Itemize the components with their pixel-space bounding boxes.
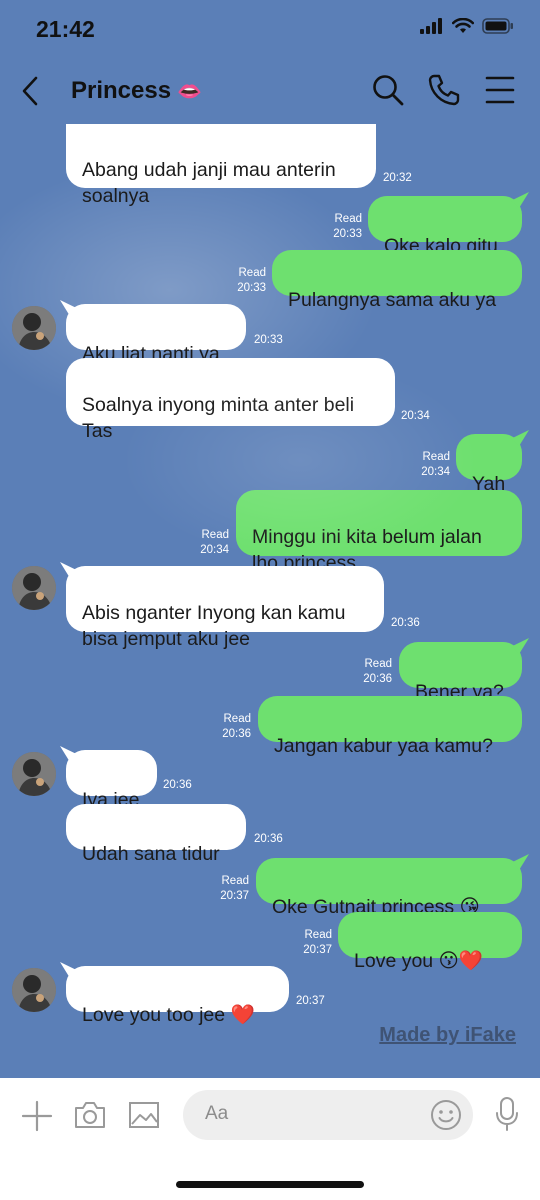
back-icon[interactable] (16, 74, 44, 108)
avatar[interactable] (12, 752, 56, 796)
message-bubble[interactable]: Abis nganter Inyong kan kamu bisa jemput… (66, 566, 384, 650)
message-time: 20:33 (333, 228, 362, 240)
message-bubble[interactable]: Jangan kabur yaa kamu? (258, 696, 522, 757)
message-time: 20:36 (254, 833, 283, 845)
microphone-icon[interactable] (495, 1096, 519, 1132)
message-time: 20:34 (401, 410, 430, 422)
message-time: 20:32 (383, 172, 412, 184)
message-text: Love you 😗❤️ (354, 950, 484, 972)
message-time: 20:36 (363, 673, 392, 685)
read-receipt: Read (223, 713, 252, 725)
message-text: Pulangnya sama aku ya (288, 289, 497, 311)
message-meta: Read 20:34 (421, 450, 450, 480)
read-receipt: Read (201, 529, 230, 541)
message-time: 20:33 (254, 334, 283, 346)
avatar[interactable] (12, 306, 56, 350)
phone-icon[interactable] (426, 72, 462, 108)
message-meta: Read 20:33 (237, 266, 266, 296)
message-composer: Aa (0, 1078, 540, 1200)
status-bar: 21:42 (0, 0, 540, 58)
message-bubble[interactable]: Udah sana tidur (66, 804, 246, 865)
message-meta: Read 20:36 (222, 712, 251, 742)
message-bubble[interactable]: Oke kalo gitu (368, 196, 522, 257)
message-time: 20:36 (222, 728, 251, 740)
read-receipt: Read (364, 658, 393, 670)
message-time: 20:37 (303, 944, 332, 956)
read-receipt: Read (334, 213, 363, 225)
message-time: 20:36 (163, 779, 192, 791)
avatar[interactable] (12, 566, 56, 610)
message-text: Abis nganter Inyong kan kamu bisa jemput… (82, 602, 346, 650)
message-time: 20:34 (421, 466, 450, 478)
message-text: Soalnya inyong minta anter beli Tas (82, 394, 355, 442)
read-receipt: Read (422, 451, 451, 463)
avatar-photo (12, 306, 56, 350)
message-text: Love you too jee ❤️ (82, 1004, 255, 1026)
message-meta: Read 20:33 (333, 212, 362, 242)
camera-icon[interactable] (73, 1100, 107, 1130)
message-text: Udah sana tidur (82, 843, 220, 865)
avatar-photo (12, 752, 56, 796)
message-bubble[interactable]: Aku liat nanti ya (66, 304, 246, 365)
message-bubble[interactable]: Yah (456, 434, 522, 495)
message-bubble[interactable]: Bener ya? (399, 642, 522, 703)
signal-icon (420, 18, 442, 34)
home-indicator[interactable] (176, 1181, 364, 1188)
emoji-icon[interactable] (430, 1099, 462, 1131)
message-text: Jangan kabur yaa kamu? (274, 735, 493, 757)
search-icon[interactable] (370, 72, 406, 108)
read-receipt: Read (221, 875, 250, 887)
watermark: Made by iFake (379, 1024, 516, 1046)
message-bubble[interactable]: Soalnya inyong minta anter beli Tas (66, 358, 395, 442)
message-input[interactable]: Aa (183, 1090, 473, 1140)
message-bubble[interactable]: Minggu ini kita belum jalan lho princess (236, 490, 522, 574)
message-time: 20:36 (391, 617, 420, 629)
message-time: 20:33 (237, 282, 266, 294)
plus-icon[interactable] (21, 1100, 53, 1132)
message-time: 20:37 (296, 995, 325, 1007)
message-bubble[interactable]: Pulangnya sama aku ya (272, 250, 522, 311)
read-receipt: Read (304, 929, 333, 941)
message-time: 20:34 (200, 544, 229, 556)
message-meta: Read 20:34 (200, 528, 229, 558)
avatar-photo (12, 968, 56, 1012)
chat-screen: 21:42 Princess 👄 Abang udah janji mau an… (0, 0, 540, 1200)
chat-header: Princess 👄 (0, 58, 540, 124)
lips-emoji: 👄 (177, 80, 202, 103)
message-meta: Read 20:36 (363, 657, 392, 687)
message-bubble[interactable]: Love you 😗❤️ (338, 912, 522, 972)
message-bubble[interactable]: Oke Gutnait princess 😘 (256, 858, 522, 918)
message-time: 20:37 (220, 890, 249, 902)
message-meta: Read 20:37 (303, 928, 332, 958)
avatar-photo (12, 566, 56, 610)
image-icon[interactable] (128, 1101, 160, 1129)
contact-name: Princess (71, 77, 172, 104)
message-bubble[interactable]: Iya jee (66, 750, 157, 811)
avatar[interactable] (12, 968, 56, 1012)
battery-icon (482, 18, 513, 34)
message-input-placeholder: Aa (205, 1103, 229, 1124)
message-bubble[interactable]: Abang udah janji mau anterin soalnya (66, 124, 376, 207)
message-bubble[interactable]: Love you too jee ❤️ (66, 966, 289, 1026)
read-receipt: Read (238, 267, 267, 279)
status-icons (420, 18, 514, 34)
message-text: Abang udah janji mau anterin soalnya (82, 159, 336, 207)
message-meta: Read 20:37 (220, 874, 249, 904)
menu-icon[interactable] (482, 72, 518, 108)
chat-title[interactable]: Princess 👄 (71, 77, 202, 105)
status-time: 21:42 (36, 16, 95, 42)
wifi-icon (452, 18, 474, 33)
